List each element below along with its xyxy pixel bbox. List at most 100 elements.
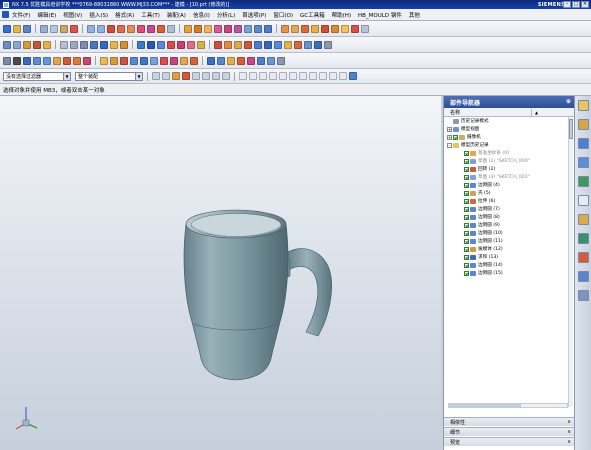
system-scene-icon[interactable] xyxy=(577,290,589,301)
open-file-icon[interactable] xyxy=(13,24,21,33)
mug-body[interactable] xyxy=(183,223,289,381)
sketch-tool-icon[interactable] xyxy=(107,24,115,33)
manufacturing-wizard-icon[interactable] xyxy=(577,252,589,263)
intersection-point-icon[interactable] xyxy=(279,72,287,80)
select-box-icon[interactable] xyxy=(239,72,247,80)
maximize-button[interactable]: □ xyxy=(572,1,580,8)
navigator-horizontal-scrollbar[interactable] xyxy=(448,403,568,408)
join-curve-icon[interactable] xyxy=(150,56,158,65)
menu-edit[interactable]: 编辑(E) xyxy=(37,11,56,19)
dependencies-panel[interactable]: 相依性 ∨ xyxy=(444,417,574,426)
roles-icon[interactable] xyxy=(577,271,589,282)
visibility-checkbox[interactable] xyxy=(453,134,458,140)
shell-tool-icon[interactable] xyxy=(234,24,242,33)
navigator-vertical-scrollbar[interactable] xyxy=(568,117,573,407)
bounded-plane-icon[interactable] xyxy=(274,40,282,49)
scroll-thumb[interactable] xyxy=(569,119,573,139)
pin-icon[interactable]: ⊕ xyxy=(566,98,571,105)
patch-icon[interactable] xyxy=(291,24,299,33)
menu-help[interactable]: 帮助(H) xyxy=(332,11,351,19)
graphics-window[interactable] xyxy=(0,96,441,450)
circle-tool-icon[interactable] xyxy=(53,56,61,65)
menu-format[interactable]: 格式(R) xyxy=(115,11,134,19)
minimize-button[interactable]: – xyxy=(563,1,571,8)
mug-model[interactable] xyxy=(0,96,441,450)
chamfer-icon[interactable] xyxy=(224,24,232,33)
menu-tools[interactable]: 工具(T) xyxy=(141,11,160,19)
redo-icon[interactable] xyxy=(97,24,105,33)
menu-gc-toolkit[interactable]: GC工具箱 xyxy=(300,11,325,19)
law-curve-icon[interactable] xyxy=(180,56,188,65)
visibility-checkbox[interactable] xyxy=(464,198,469,204)
zoom-icon[interactable] xyxy=(13,40,21,49)
menu-other[interactable]: 其他 xyxy=(409,11,420,19)
visibility-checkbox[interactable] xyxy=(464,166,469,172)
tree-node[interactable]: 边倒圆 (8) xyxy=(444,213,574,221)
selection-scope-dropdown[interactable]: 整个装配 ▼ xyxy=(75,71,143,81)
visibility-checkbox[interactable] xyxy=(464,158,469,164)
tree-node[interactable]: + 摄像机 xyxy=(444,133,574,141)
details-panel[interactable]: 细节 ∨ xyxy=(444,427,574,436)
isoparametric-curve-icon[interactable] xyxy=(190,56,198,65)
web-browser-icon[interactable] xyxy=(577,176,589,187)
section-view-icon[interactable] xyxy=(187,40,195,49)
assembly-navigator-icon[interactable] xyxy=(577,100,589,111)
filter-icon[interactable] xyxy=(152,72,160,80)
trim-body-icon[interactable] xyxy=(254,24,262,33)
sketch-curve-icon[interactable] xyxy=(214,40,222,49)
tree-node[interactable]: - 模型历史记录 xyxy=(444,141,574,149)
measure-distance-icon[interactable] xyxy=(167,40,175,49)
history-icon[interactable] xyxy=(577,195,589,206)
rotate-icon[interactable] xyxy=(192,72,200,80)
curve-rule-icon[interactable] xyxy=(202,72,210,80)
scroll-thumb[interactable] xyxy=(449,404,521,407)
extrude-tool-icon[interactable] xyxy=(117,24,125,33)
tree-node[interactable]: 边倒圆 (7) xyxy=(444,205,574,213)
boss-tool-icon[interactable] xyxy=(147,24,155,33)
bom-icon[interactable] xyxy=(277,56,285,65)
type-filter-dropdown[interactable]: 没有选择过滤器 ▼ xyxy=(3,71,71,81)
offset-face-icon[interactable] xyxy=(301,24,309,33)
paste-icon[interactable] xyxy=(60,24,68,33)
preview-panel[interactable]: 预览 ∨ xyxy=(444,437,574,446)
mold-base-icon[interactable] xyxy=(237,56,245,65)
reset-filter-icon[interactable] xyxy=(162,72,170,80)
edge-blend-icon[interactable] xyxy=(214,24,222,33)
menu-file[interactable]: 文件(F) xyxy=(12,11,30,19)
body-rule-icon[interactable] xyxy=(222,72,230,80)
rotate-view-icon[interactable] xyxy=(33,40,41,49)
expand-icon[interactable]: + xyxy=(447,134,452,140)
tree-node[interactable]: 壳 (5) xyxy=(444,189,574,197)
parting-icon[interactable] xyxy=(217,56,225,65)
arc-center-icon[interactable] xyxy=(289,72,297,80)
menu-insert[interactable]: 插入(S) xyxy=(89,11,108,19)
thicken-icon[interactable] xyxy=(294,40,302,49)
visibility-checkbox[interactable] xyxy=(464,238,469,244)
ellipse-tool-icon[interactable] xyxy=(83,56,91,65)
cooling-icon[interactable] xyxy=(257,56,265,65)
menu-hb-mould[interactable]: HB_MOULD 钢件 xyxy=(358,11,402,19)
thread-icon[interactable] xyxy=(341,24,349,33)
fit-view-icon[interactable] xyxy=(3,40,11,49)
quadrant-point-icon[interactable] xyxy=(299,72,307,80)
name-column-header[interactable]: 名称 xyxy=(444,108,532,116)
cut-icon[interactable] xyxy=(40,24,48,33)
rectangle-tool-icon[interactable] xyxy=(63,56,71,65)
spline-icon[interactable] xyxy=(224,40,232,49)
subtract-tool-icon[interactable] xyxy=(194,24,202,33)
scale-body-icon[interactable] xyxy=(311,24,319,33)
bridge-curve-icon[interactable] xyxy=(160,56,168,65)
extract-geometry-icon[interactable] xyxy=(284,40,292,49)
visibility-checkbox[interactable] xyxy=(464,262,469,268)
visibility-checkbox[interactable] xyxy=(464,206,469,212)
visibility-checkbox[interactable] xyxy=(464,214,469,220)
polygon-tool-icon[interactable] xyxy=(73,56,81,65)
part-navigator-icon[interactable] xyxy=(577,138,589,149)
point-icon[interactable] xyxy=(23,56,31,65)
close-button[interactable]: × xyxy=(581,1,589,8)
face-rule-icon[interactable] xyxy=(212,72,220,80)
shaded-with-edges-icon[interactable] xyxy=(60,40,68,49)
replace-face-icon[interactable] xyxy=(314,40,322,49)
visibility-checkbox[interactable] xyxy=(464,222,469,228)
top-view-icon[interactable] xyxy=(120,40,128,49)
